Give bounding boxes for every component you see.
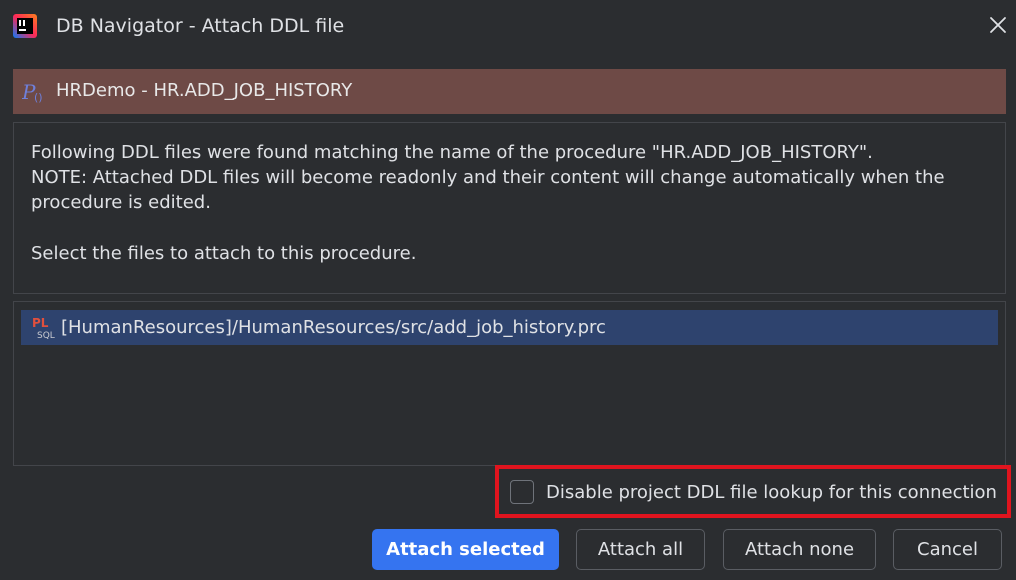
attach-selected-button[interactable]: Attach selected — [372, 529, 559, 570]
info-panel: Following DDL files were found matching … — [13, 122, 1006, 294]
file-path: [HumanResources]/HumanResources/src/add_… — [61, 317, 606, 338]
info-text-line: NOTE: Attached DDL files will become rea… — [31, 167, 945, 188]
window-title: DB Navigator - Attach DDL file — [56, 15, 345, 37]
plsql-file-icon: PL SQL — [31, 316, 57, 341]
plsql-icon-text-top: PL — [32, 316, 49, 330]
info-text-line: Select the files to attach to this proce… — [31, 243, 417, 264]
intellij-logo-icon — [13, 14, 37, 38]
disable-lookup-checkbox[interactable] — [510, 480, 534, 504]
title-bar: DB Navigator - Attach DDL file — [0, 0, 1016, 52]
object-title: HRDemo - HR.ADD_JOB_HISTORY — [56, 80, 353, 101]
file-list-item[interactable]: PL SQL [HumanResources]/HumanResources/s… — [21, 310, 998, 345]
attach-all-button[interactable]: Attach all — [576, 529, 705, 570]
close-icon — [989, 16, 1007, 38]
cancel-button[interactable]: Cancel — [893, 529, 1002, 570]
object-header: P () HRDemo - HR.ADD_JOB_HISTORY — [13, 69, 1006, 114]
disable-lookup-label[interactable]: Disable project DDL file lookup for this… — [546, 480, 997, 505]
info-text-line: procedure is edited. — [31, 192, 211, 213]
close-button[interactable] — [984, 13, 1012, 41]
procedure-icon: P () — [21, 80, 50, 104]
plsql-icon-text-bottom: SQL — [37, 331, 55, 340]
info-text-line: Following DDL files were found matching … — [31, 142, 873, 163]
ddl-file-list[interactable]: PL SQL [HumanResources]/HumanResources/s… — [13, 301, 1006, 466]
svg-text:(): () — [34, 91, 43, 104]
attach-none-button[interactable]: Attach none — [723, 529, 876, 570]
